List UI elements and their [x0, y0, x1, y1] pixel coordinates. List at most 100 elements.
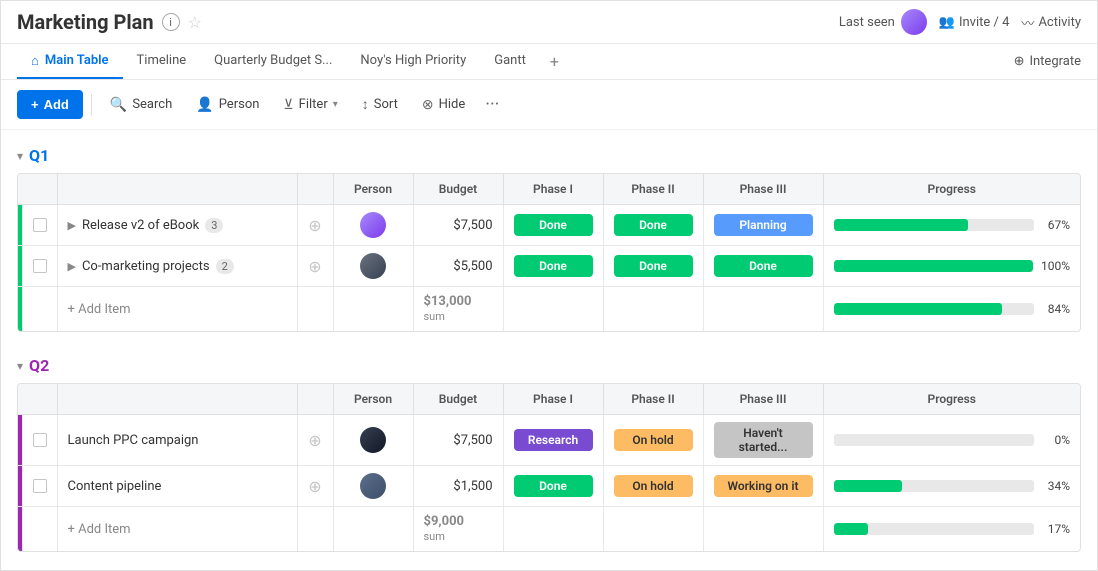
app-container: Marketing Plan i ☆ Last seen 👥 Invite / … — [0, 0, 1098, 571]
q2-row1-phase3: Haven't started... — [703, 415, 823, 466]
q2-row1-add-icon[interactable]: ⊕ — [297, 415, 333, 466]
q1-footer-cb — [22, 287, 57, 332]
q1-row2-add-icon[interactable]: ⊕ — [297, 246, 333, 287]
tab-quarterly[interactable]: Quarterly Budget S... — [200, 45, 346, 78]
q1-add-item-label: + Add Item — [68, 302, 287, 317]
q2-row2-progress-bar — [834, 480, 1035, 492]
q1-row2-checkbox[interactable] — [22, 246, 57, 287]
q1-row1-name-cell: ▶ Release v2 of eBook 3 — [57, 205, 297, 246]
q1-row2-count: 2 — [216, 259, 234, 274]
add-button[interactable]: + Add — [17, 90, 83, 119]
q2-footer-add[interactable]: + Add Item — [57, 507, 297, 552]
hide-icon: ⊗ — [422, 97, 434, 113]
q1-row1-checkbox[interactable] — [22, 205, 57, 246]
q1-footer-phase2 — [603, 287, 703, 332]
q2-row1-progress-cell: 0% — [834, 433, 1071, 447]
last-seen-label: Last seen — [839, 15, 895, 30]
q2-row1-person — [333, 415, 413, 466]
q2-add-item-text: + Add Item — [68, 522, 131, 537]
q2-row2-person — [333, 466, 413, 507]
q1-row2-name: ▶ Co-marketing projects 2 — [68, 259, 287, 274]
more-button[interactable]: ··· — [479, 90, 505, 119]
info-icon[interactable]: i — [162, 13, 180, 31]
search-button[interactable]: 🔍 Search — [100, 91, 182, 119]
q1-row1-add-icon[interactable]: ⊕ — [297, 205, 333, 246]
q1-row2-expand-icon[interactable]: ▶ — [68, 260, 76, 273]
q2-add-item-row[interactable]: + Add Item $9,000 sum — [18, 507, 1080, 552]
tab-timeline[interactable]: Timeline — [123, 45, 201, 78]
q2-footer-phase3 — [703, 507, 823, 552]
th-person-q1: Person — [333, 174, 413, 205]
q2-row1-progress: 0% — [823, 415, 1080, 466]
q1-row1-label: Release v2 of eBook — [82, 218, 199, 233]
q2-row2-checkbox[interactable] — [22, 466, 57, 507]
group-q2-table: Person Budget Phase I Phase II Phase III… — [17, 383, 1081, 552]
q2-footer-cb — [22, 507, 57, 552]
tab-high-priority[interactable]: Noy's High Priority — [346, 45, 480, 78]
q2-row1-phase2-badge: On hold — [614, 429, 693, 451]
q2-footer-progress-bar — [834, 523, 1035, 535]
q2-footer-phase2 — [603, 507, 703, 552]
q1-row1-progress-bar — [834, 219, 1035, 231]
q2-footer-progress-cell: 17% — [834, 522, 1071, 536]
tab-add-button[interactable]: + — [540, 44, 569, 79]
tab-quarterly-label: Quarterly Budget S... — [214, 53, 332, 68]
th-phase1-q2: Phase I — [503, 384, 603, 415]
tab-main-table[interactable]: ⌂ Main Table — [17, 45, 123, 79]
toolbar-separator — [91, 94, 92, 116]
q1-row1-phase1: Done — [503, 205, 603, 246]
q2-row1-checkbox[interactable] — [22, 415, 57, 466]
q1-footer-add[interactable]: + Add Item — [57, 287, 297, 332]
star-icon[interactable]: ☆ — [188, 13, 202, 32]
q1-budget-sum-label: sum — [424, 310, 445, 323]
q1-row1-phase3-badge: Planning — [714, 214, 813, 236]
q1-row1-progress-fill — [834, 219, 968, 231]
q2-row2-add-icon[interactable]: ⊕ — [297, 466, 333, 507]
q1-row2-phase1-badge: Done — [514, 255, 593, 277]
q1-row2-progress-bar — [834, 260, 1033, 272]
q1-row2-progress-fill — [834, 260, 1033, 272]
q2-row1-budget: $7,500 — [413, 415, 503, 466]
q2-row2-budget: $1,500 — [413, 466, 503, 507]
q2-footer-spacer1 — [297, 507, 333, 552]
q2-budget-sum-label: sum — [424, 530, 445, 543]
q2-row2-name: Content pipeline — [68, 479, 287, 494]
q1-footer-progress-fill — [834, 303, 1002, 315]
q2-footer-spacer2 — [333, 507, 413, 552]
q1-row1-person — [333, 205, 413, 246]
q1-row2-person — [333, 246, 413, 287]
tab-gantt[interactable]: Gantt — [480, 45, 540, 78]
q2-row2-progress-cell: 34% — [834, 479, 1071, 493]
q2-row2-phase2: On hold — [603, 466, 703, 507]
group-q1-header[interactable]: ▾ Q1 — [17, 146, 1081, 165]
q1-footer-phase1 — [503, 287, 603, 332]
q1-row2-phase2-badge: Done — [614, 255, 693, 277]
invite-button[interactable]: 👥 Invite / 4 — [939, 15, 1010, 30]
q2-row2-phase1: Done — [503, 466, 603, 507]
person-button[interactable]: 👤 Person — [186, 91, 269, 119]
q1-row1-expand-icon[interactable]: ▶ — [68, 219, 76, 232]
tab-high-priority-label: Noy's High Priority — [360, 53, 466, 68]
q1-row1-count: 3 — [205, 218, 223, 233]
q2-row1-phase1: Research — [503, 415, 603, 466]
q1-row1-avatar-img — [360, 212, 386, 238]
q2-row2-progress: 34% — [823, 466, 1080, 507]
activity-button[interactable]: 〰 Activity — [1021, 13, 1081, 32]
filter-button[interactable]: ⊻ Filter ▾ — [273, 91, 347, 119]
th-progress-q2: Progress — [823, 384, 1080, 415]
q1-row1-avatar — [344, 212, 403, 238]
group-q2-header[interactable]: ▾ Q2 — [17, 356, 1081, 375]
integrate-button[interactable]: ⊕ Integrate — [1014, 54, 1081, 69]
q2-row2-phase3: Working on it — [703, 466, 823, 507]
group-q2: ▾ Q2 — [17, 356, 1081, 552]
q1-add-item-row[interactable]: + Add Item $13,000 sum — [18, 287, 1080, 332]
filter-label: Filter — [299, 97, 328, 112]
person-icon: 👤 — [196, 97, 213, 113]
q1-row2-phase3-badge: Done — [714, 255, 813, 277]
integrate-label: Integrate — [1029, 54, 1081, 69]
hide-button[interactable]: ⊗ Hide — [412, 91, 475, 119]
q2-footer-progress-fill — [834, 523, 868, 535]
q1-row2-phase2: Done — [603, 246, 703, 287]
q2-footer-budget: $9,000 sum — [413, 507, 503, 552]
sort-button[interactable]: ↕ Sort — [352, 90, 408, 119]
